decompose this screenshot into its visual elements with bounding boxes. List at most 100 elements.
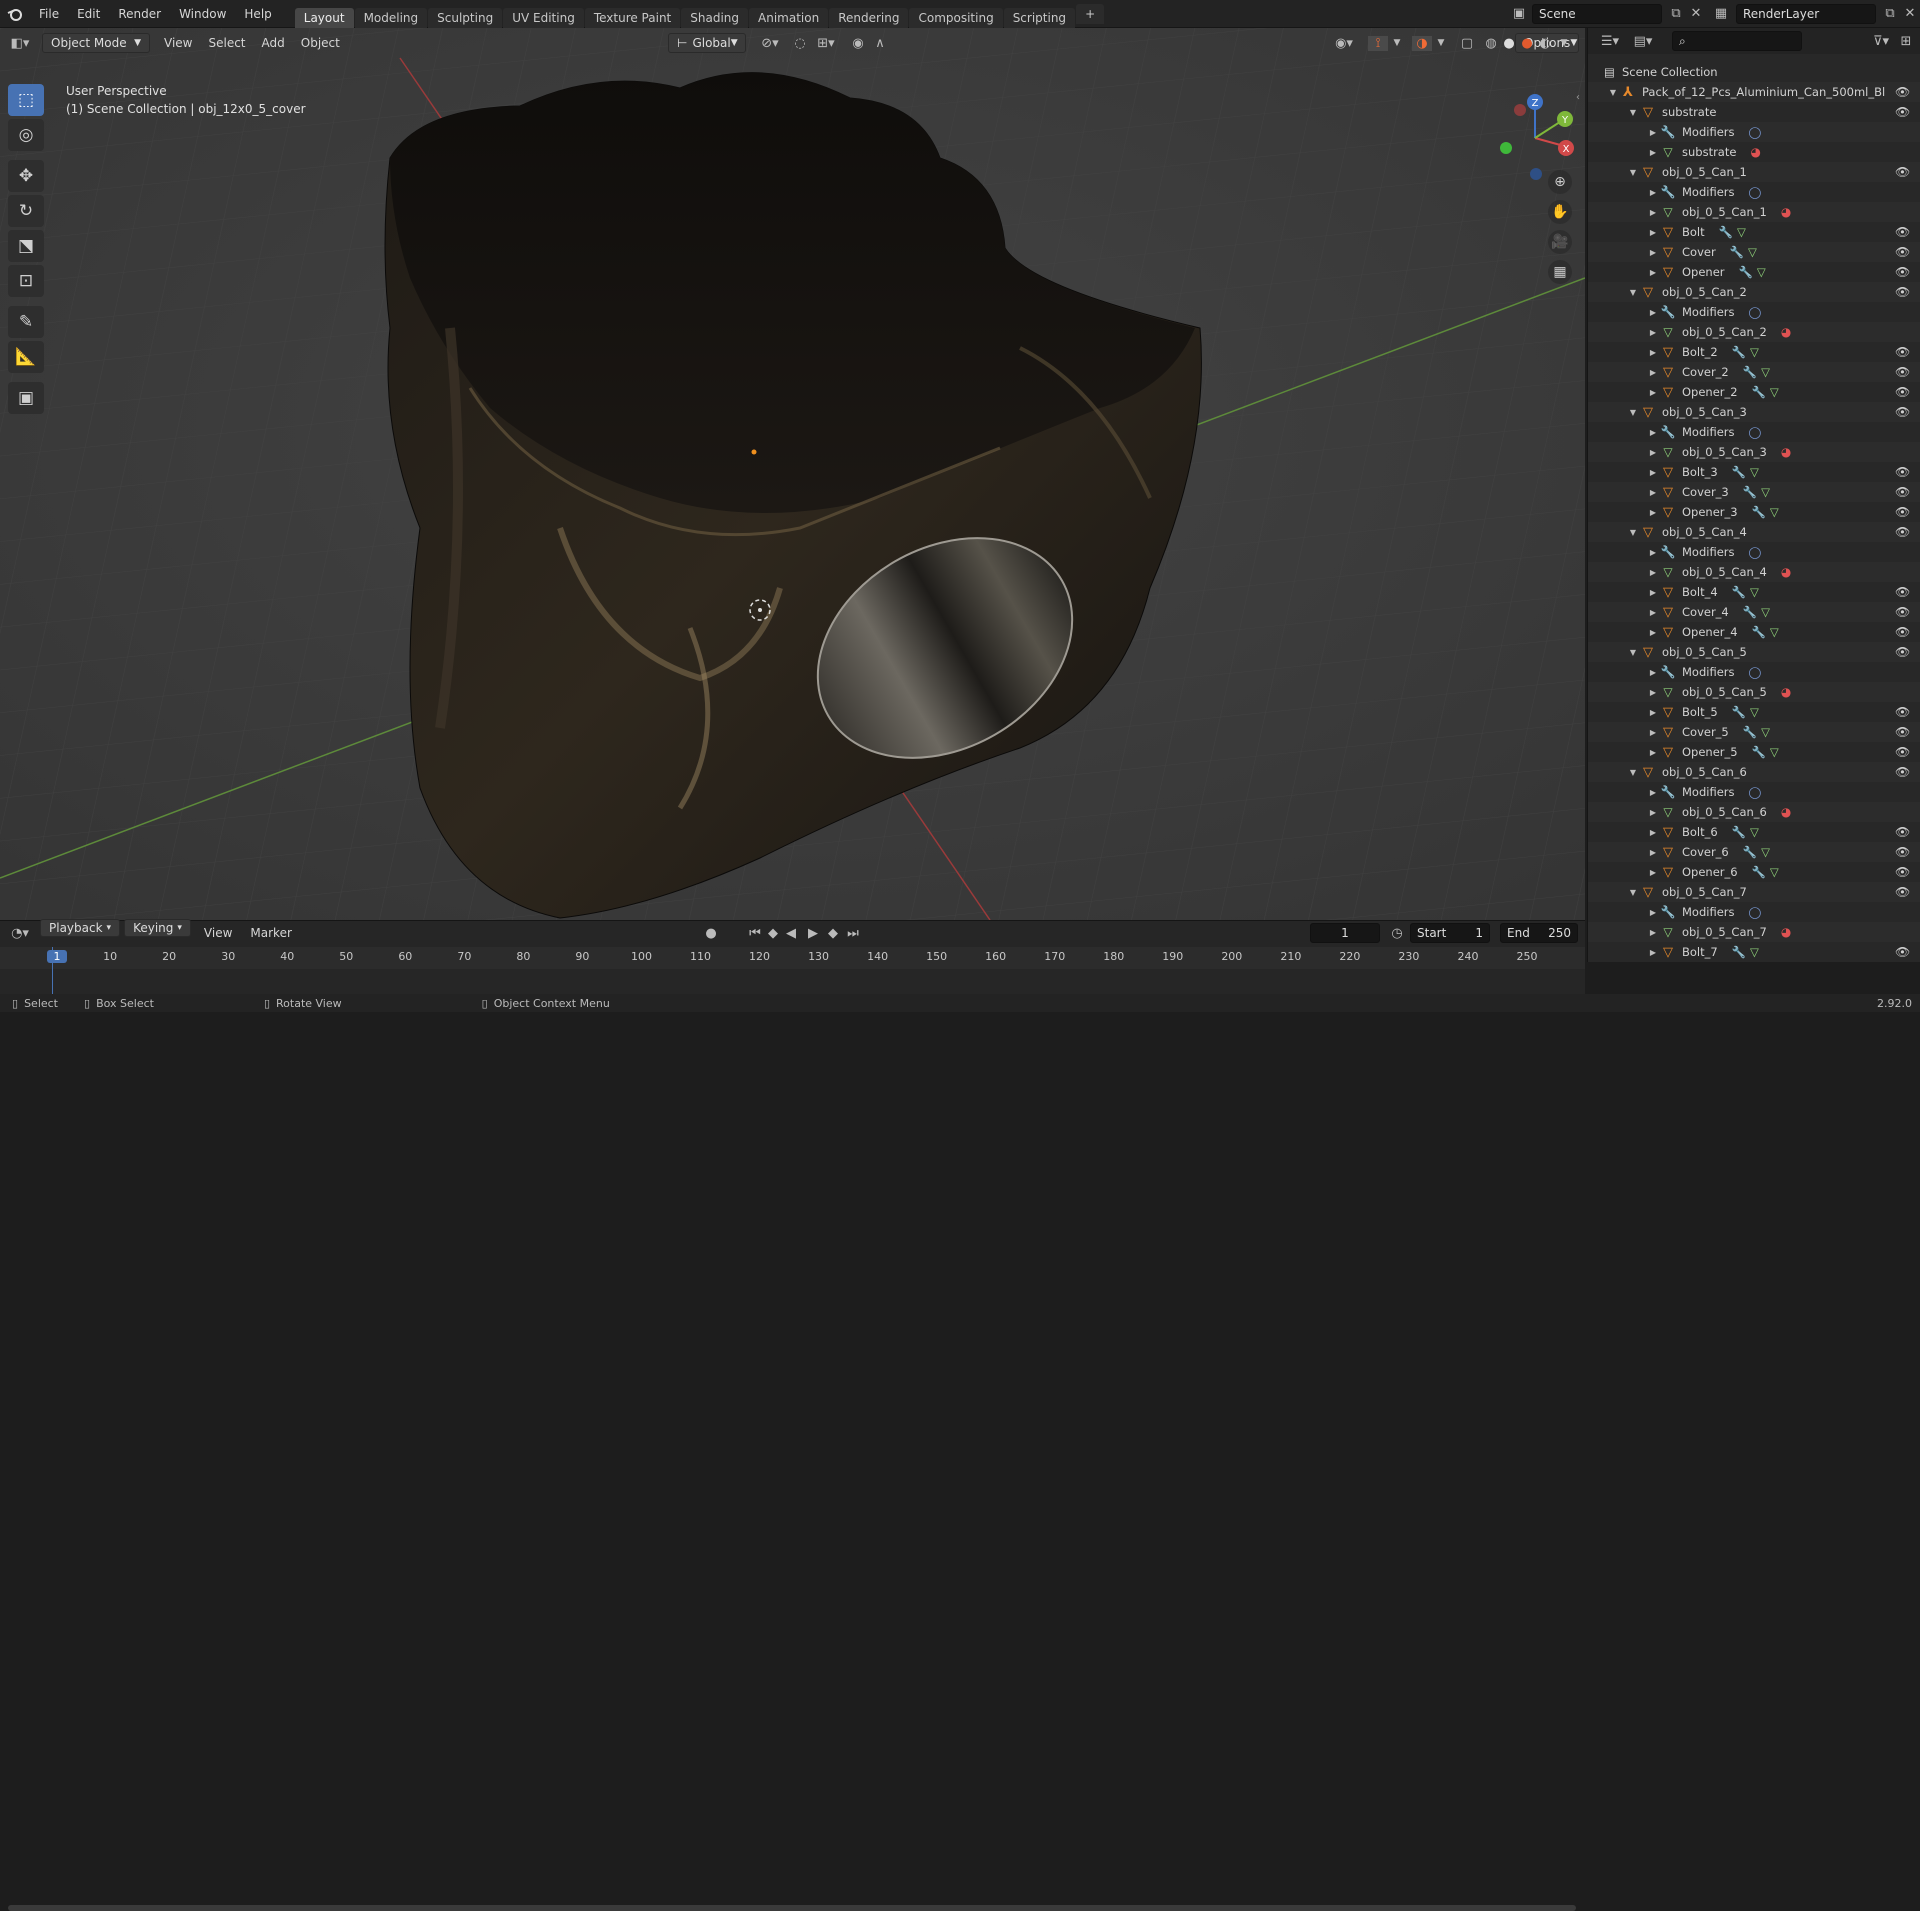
- expand-toggle-icon[interactable]: ▼: [1588, 648, 1640, 657]
- outliner-item[interactable]: ▶ ▽ Bolt_2 🔧 ▽ 👁: [1588, 342, 1920, 362]
- expand-toggle-icon[interactable]: ▶: [1588, 828, 1660, 837]
- menu-render[interactable]: Render: [109, 0, 170, 28]
- viewport-menu-object[interactable]: Object: [293, 29, 348, 57]
- jump-end-icon[interactable]: ⏭: [844, 926, 862, 941]
- current-frame-field[interactable]: 1: [1310, 923, 1380, 943]
- outliner-item[interactable]: ▶ ▽ Bolt_7 🔧 ▽ 👁: [1588, 942, 1920, 962]
- expand-toggle-icon[interactable]: ▼: [1588, 888, 1640, 897]
- falloff-icon[interactable]: ∧: [870, 36, 890, 51]
- outliner-item[interactable]: ▼ ▽ obj_0_5_Can_1 👁: [1588, 162, 1920, 182]
- visibility-eye-icon[interactable]: 👁: [1895, 245, 1910, 259]
- select-box-tool-icon[interactable]: ⬚: [8, 84, 44, 116]
- outliner-item[interactable]: ▶ ▽ Bolt_6 🔧 ▽ 👁: [1588, 822, 1920, 842]
- proportional-edit-icon[interactable]: ◉: [848, 36, 868, 51]
- visibility-eye-icon[interactable]: 👁: [1895, 525, 1910, 539]
- tab-scripting[interactable]: Scripting: [1003, 7, 1076, 28]
- menu-help[interactable]: Help: [235, 0, 280, 28]
- scale-tool-icon[interactable]: ⬔: [8, 230, 44, 262]
- outliner-item[interactable]: ▶ ▽ Cover_5 🔧 ▽ 👁: [1588, 722, 1920, 742]
- viewport-menu-add[interactable]: Add: [254, 29, 293, 57]
- outliner-item[interactable]: ▶ ▽ obj_0_5_Can_7 ◕: [1588, 922, 1920, 942]
- snap-icon[interactable]: ◌: [790, 36, 810, 51]
- viewport-menu-view[interactable]: View: [156, 29, 200, 57]
- start-frame-field[interactable]: Start 1: [1410, 923, 1490, 943]
- tab-rendering[interactable]: Rendering: [829, 7, 909, 28]
- timeline-scrollbar[interactable]: [8, 1905, 1576, 1911]
- delete-scene-icon[interactable]: ✕: [1686, 6, 1706, 21]
- visibility-eye-icon[interactable]: 👁: [1895, 365, 1910, 379]
- visibility-eye-icon[interactable]: 👁: [1895, 505, 1910, 519]
- visibility-icon[interactable]: ◉▾: [1330, 36, 1358, 51]
- expand-toggle-icon[interactable]: ▶: [1588, 128, 1660, 137]
- outliner-item[interactable]: ▼ ▽ substrate 👁: [1588, 102, 1920, 122]
- rotate-tool-icon[interactable]: ↻: [8, 195, 44, 227]
- visibility-eye-icon[interactable]: 👁: [1895, 405, 1910, 419]
- outliner-item[interactable]: ▶ ▽ Bolt_3 🔧 ▽ 👁: [1588, 462, 1920, 482]
- expand-toggle-icon[interactable]: ▶: [1588, 548, 1660, 557]
- add-cube-tool-icon[interactable]: ▣: [8, 382, 44, 414]
- expand-toggle-icon[interactable]: ▶: [1588, 368, 1660, 377]
- outliner-item[interactable]: ▶ ▽ Opener_2 🔧 ▽ 👁: [1588, 382, 1920, 402]
- menu-edit[interactable]: Edit: [68, 0, 109, 28]
- outliner-item[interactable]: ▶ ▽ Opener_6 🔧 ▽ 👁: [1588, 862, 1920, 882]
- timeline-menu-keying[interactable]: Keying ▾: [124, 919, 191, 937]
- outliner-item[interactable]: ▶ 🔧 Modifiers ◯: [1588, 902, 1920, 922]
- outliner-item[interactable]: ▶ ▽ obj_0_5_Can_5 ◕: [1588, 682, 1920, 702]
- overlay-dropdown-icon[interactable]: ▼: [1434, 38, 1448, 48]
- gizmo-toggle-icon[interactable]: ⟟: [1368, 35, 1388, 51]
- expand-toggle-icon[interactable]: ▶: [1588, 948, 1660, 957]
- menu-window[interactable]: Window: [170, 0, 235, 28]
- tab-layout[interactable]: Layout: [294, 7, 354, 28]
- visibility-eye-icon[interactable]: 👁: [1895, 585, 1910, 599]
- prev-key-icon[interactable]: ◆: [764, 926, 782, 941]
- outliner-search-input[interactable]: ⌕: [1672, 31, 1802, 51]
- outliner-item[interactable]: ▶ ▽ Bolt_5 🔧 ▽ 👁: [1588, 702, 1920, 722]
- visibility-eye-icon[interactable]: 👁: [1895, 265, 1910, 279]
- outliner-item[interactable]: ▶ ▽ obj_0_5_Can_2 ◕: [1588, 322, 1920, 342]
- outliner-item[interactable]: ▼ ▽ obj_0_5_Can_7 👁: [1588, 882, 1920, 902]
- outliner-item[interactable]: ▶ 🔧 Modifiers ◯: [1588, 542, 1920, 562]
- expand-toggle-icon[interactable]: ▶: [1588, 788, 1660, 797]
- visibility-eye-icon[interactable]: 👁: [1895, 645, 1910, 659]
- outliner-item[interactable]: ▶ 🔧 Modifiers ◯: [1588, 422, 1920, 442]
- expand-toggle-icon[interactable]: ▶: [1588, 728, 1660, 737]
- visibility-eye-icon[interactable]: 👁: [1895, 485, 1910, 499]
- outliner-item[interactable]: ▶ ▽ obj_0_5_Can_6 ◕: [1588, 802, 1920, 822]
- tab-uv-editing[interactable]: UV Editing: [503, 7, 584, 28]
- outliner-item[interactable]: ▶ 🔧 Modifiers ◯: [1588, 182, 1920, 202]
- visibility-eye-icon[interactable]: 👁: [1895, 625, 1910, 639]
- annotate-tool-icon[interactable]: ✎: [8, 306, 44, 338]
- expand-toggle-icon[interactable]: ▶: [1588, 488, 1660, 497]
- scene-field[interactable]: Scene: [1532, 3, 1662, 24]
- move-tool-icon[interactable]: ✥: [8, 160, 44, 192]
- outliner-item[interactable]: ▶ ▽ obj_0_5_Can_3 ◕: [1588, 442, 1920, 462]
- outliner-item[interactable]: ▶ ▽ Bolt_4 🔧 ▽ 👁: [1588, 582, 1920, 602]
- tab-animation[interactable]: Animation: [749, 7, 829, 28]
- mode-dropdown[interactable]: Object Mode ▼: [42, 33, 150, 53]
- editor-type-icon[interactable]: ◧▾: [0, 36, 40, 51]
- visibility-eye-icon[interactable]: 👁: [1895, 885, 1910, 899]
- expand-toggle-icon[interactable]: ▶: [1588, 228, 1660, 237]
- pivot-icon[interactable]: ⊘▾: [756, 36, 784, 51]
- visibility-eye-icon[interactable]: 👁: [1895, 725, 1910, 739]
- outliner-item[interactable]: ▶ ▽ Cover_6 🔧 ▽ 👁: [1588, 842, 1920, 862]
- expand-toggle-icon[interactable]: ▶: [1588, 928, 1660, 937]
- timeline-menu-playback[interactable]: Playback ▾: [40, 919, 121, 937]
- timeline-menu-marker[interactable]: Marker: [241, 919, 300, 947]
- outliner-item[interactable]: ▶ ▽ Opener_4 🔧 ▽ 👁: [1588, 622, 1920, 642]
- record-icon[interactable]: ●: [702, 926, 720, 941]
- visibility-eye-icon[interactable]: 👁: [1895, 745, 1910, 759]
- expand-toggle-icon[interactable]: ▶: [1588, 268, 1660, 277]
- shading-dropdown-icon[interactable]: ▼: [1557, 38, 1571, 48]
- new-scene-icon[interactable]: ⧉: [1666, 6, 1686, 21]
- expand-toggle-icon[interactable]: ▼: [1588, 528, 1640, 537]
- tab-sculpting[interactable]: Sculpting: [428, 7, 503, 28]
- visibility-eye-icon[interactable]: 👁: [1895, 705, 1910, 719]
- expand-toggle-icon[interactable]: ▶: [1588, 308, 1660, 317]
- frame-ruler[interactable]: 1 10 20 30 40 50 60 70 80 90 100 110 120 130 140 150 160…: [0, 947, 1585, 969]
- outliner-item[interactable]: ▶ 🔧 Modifiers ◯: [1588, 122, 1920, 142]
- menu-file[interactable]: File: [30, 0, 68, 28]
- visibility-eye-icon[interactable]: 👁: [1895, 945, 1910, 959]
- visibility-eye-icon[interactable]: 👁: [1895, 825, 1910, 839]
- expand-toggle-icon[interactable]: ▶: [1588, 908, 1660, 917]
